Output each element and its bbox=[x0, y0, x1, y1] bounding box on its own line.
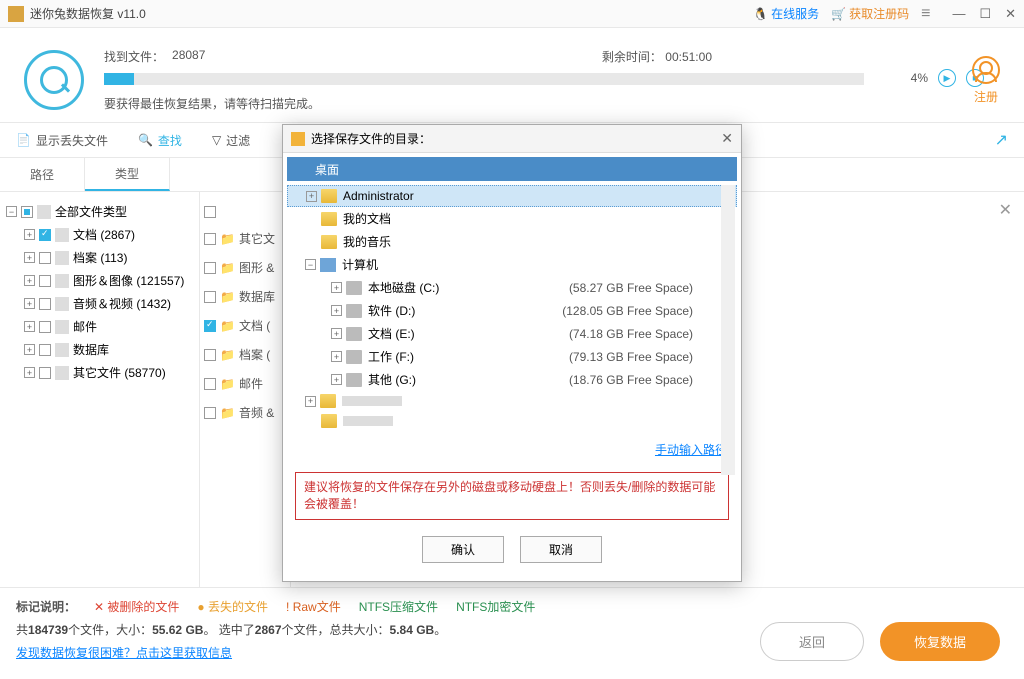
dir-folder1[interactable]: + bbox=[287, 391, 737, 411]
list-item[interactable]: 📁 其它文 bbox=[204, 224, 286, 253]
list-item[interactable]: 📁 音频 & bbox=[204, 398, 286, 427]
tab-path[interactable]: 路径 bbox=[0, 158, 85, 191]
progress-area: 找到文件： 28087 剩余时间： 00:51:00 4% ▶ ■ 要获得最佳恢… bbox=[0, 28, 1024, 122]
register-button[interactable]: 注册 bbox=[972, 56, 1000, 105]
scan-tip: 要获得最佳恢复结果，请等待扫描完成。 bbox=[104, 95, 972, 112]
maximize-button[interactable]: ☐ bbox=[979, 6, 991, 22]
list-item[interactable]: 📁 文档 ( bbox=[204, 311, 286, 340]
export-icon[interactable]: ↗ bbox=[995, 130, 1008, 150]
list-item[interactable]: 📁 数据库 bbox=[204, 282, 286, 311]
filter-button[interactable]: ▽ 过滤 bbox=[212, 132, 250, 149]
dialog-cancel-button[interactable]: 取消 bbox=[520, 536, 602, 563]
dialog-titlebar: 选择保存文件的目录： ✕ bbox=[283, 125, 741, 153]
tree-doc[interactable]: +文档 (2867) bbox=[24, 223, 193, 246]
tree-mail[interactable]: +邮件 bbox=[24, 315, 193, 338]
online-service-link[interactable]: 🐧 在线服务 bbox=[753, 5, 819, 22]
list-header[interactable] bbox=[204, 200, 286, 224]
show-lost-button[interactable]: 📄 显示丢失文件 bbox=[16, 132, 108, 149]
dialog-close-icon[interactable]: ✕ bbox=[721, 130, 733, 147]
dialog-title: 选择保存文件的目录： bbox=[311, 130, 431, 147]
remain-time: 00:51:00 bbox=[665, 50, 712, 64]
find-button[interactable]: 🔍 查找 bbox=[138, 132, 182, 149]
back-button[interactable]: 返回 bbox=[760, 622, 864, 661]
legend-title: 标记说明： bbox=[16, 598, 76, 615]
tree-other[interactable]: +其它文件 (58770) bbox=[24, 361, 193, 384]
tree-audio[interactable]: +音频＆视频 (1432) bbox=[24, 292, 193, 315]
save-dialog: 选择保存文件的目录： ✕ 桌面 +Administrator 我的文档 我的音乐… bbox=[282, 124, 742, 582]
found-label: 找到文件： bbox=[104, 48, 164, 65]
dialog-scrollbar[interactable] bbox=[721, 185, 735, 475]
dir-folder2[interactable] bbox=[287, 411, 737, 431]
progress-percent: 4% bbox=[911, 71, 928, 85]
help-link[interactable]: 发现数据恢复很困难？点击这里获取信息 bbox=[16, 644, 232, 661]
recover-button[interactable]: 恢复数据 bbox=[880, 622, 1000, 661]
progress-bar: 4% ▶ ■ bbox=[104, 73, 864, 85]
manual-path-link[interactable]: 手动输入路径 bbox=[655, 443, 727, 457]
found-count: 28087 bbox=[172, 48, 205, 65]
dir-mydoc[interactable]: 我的文档 bbox=[287, 207, 737, 230]
user-icon bbox=[972, 56, 1000, 84]
legend-ntfs-comp: NTFS压缩文件 bbox=[359, 598, 438, 615]
tree-archive[interactable]: +档案 (113) bbox=[24, 246, 193, 269]
play-button[interactable]: ▶ bbox=[938, 69, 956, 87]
tree-db[interactable]: +数据库 bbox=[24, 338, 193, 361]
legend-ntfs-enc: NTFS加密文件 bbox=[456, 598, 535, 615]
list-item[interactable]: 📁 邮件 bbox=[204, 369, 286, 398]
menu-icon[interactable]: ≡ bbox=[921, 5, 930, 23]
app-title: 迷你兔数据恢复 v11.0 bbox=[30, 5, 753, 22]
progress-fill bbox=[104, 73, 134, 85]
minimize-button[interactable]: — bbox=[952, 6, 965, 22]
dir-mymusic[interactable]: 我的音乐 bbox=[287, 230, 737, 253]
drive-c[interactable]: +本地磁盘 (C:)(58.27 GB Free Space) bbox=[287, 276, 737, 299]
type-tree: −全部文件类型 +文档 (2867) +档案 (113) +图形＆图像 (121… bbox=[0, 192, 200, 587]
dialog-warning: 建议将恢复的文件保存在另外的磁盘或移动硬盘上！否则丢失/删除的数据可能会被覆盖！ bbox=[295, 472, 729, 520]
list-item[interactable]: 📁 档案 ( bbox=[204, 340, 286, 369]
search-icon bbox=[24, 50, 84, 110]
panel-close-icon[interactable]: ✕ bbox=[999, 200, 1012, 220]
tab-type[interactable]: 类型 bbox=[85, 158, 170, 191]
tree-root[interactable]: −全部文件类型 bbox=[6, 200, 193, 223]
desktop-row[interactable]: 桌面 bbox=[287, 157, 737, 181]
dir-admin[interactable]: +Administrator bbox=[287, 185, 737, 207]
dialog-ok-button[interactable]: 确认 bbox=[422, 536, 504, 563]
dialog-icon bbox=[291, 132, 305, 146]
legend-lost: ● 丢失的文件 bbox=[197, 598, 268, 615]
get-regcode-link[interactable]: 🛒 获取注册码 bbox=[831, 5, 909, 22]
drive-g[interactable]: +其他 (G:)(18.76 GB Free Space) bbox=[287, 368, 737, 391]
dir-computer[interactable]: −计算机 bbox=[287, 253, 737, 276]
drive-e[interactable]: +文档 (E:)(74.18 GB Free Space) bbox=[287, 322, 737, 345]
file-list: 📁 其它文 📁 图形 & 📁 数据库 📁 文档 ( 📁 档案 ( 📁 邮件 📁 … bbox=[200, 192, 290, 587]
app-icon bbox=[8, 6, 24, 22]
close-button[interactable]: ✕ bbox=[1005, 6, 1016, 22]
drive-f[interactable]: +工作 (F:)(79.13 GB Free Space) bbox=[287, 345, 737, 368]
titlebar: 迷你兔数据恢复 v11.0 🐧 在线服务 🛒 获取注册码 ≡ — ☐ ✕ bbox=[0, 0, 1024, 28]
remain-label: 剩余时间： bbox=[602, 50, 662, 64]
tree-graphics[interactable]: +图形＆图像 (121557) bbox=[24, 269, 193, 292]
list-item[interactable]: 📁 图形 & bbox=[204, 253, 286, 282]
legend-deleted: ✕ 被删除的文件 bbox=[94, 598, 179, 615]
legend-raw: ! Raw文件 bbox=[286, 598, 341, 615]
dir-tree: +Administrator 我的文档 我的音乐 −计算机 +本地磁盘 (C:)… bbox=[287, 181, 737, 435]
drive-d[interactable]: +软件 (D:)(128.05 GB Free Space) bbox=[287, 299, 737, 322]
